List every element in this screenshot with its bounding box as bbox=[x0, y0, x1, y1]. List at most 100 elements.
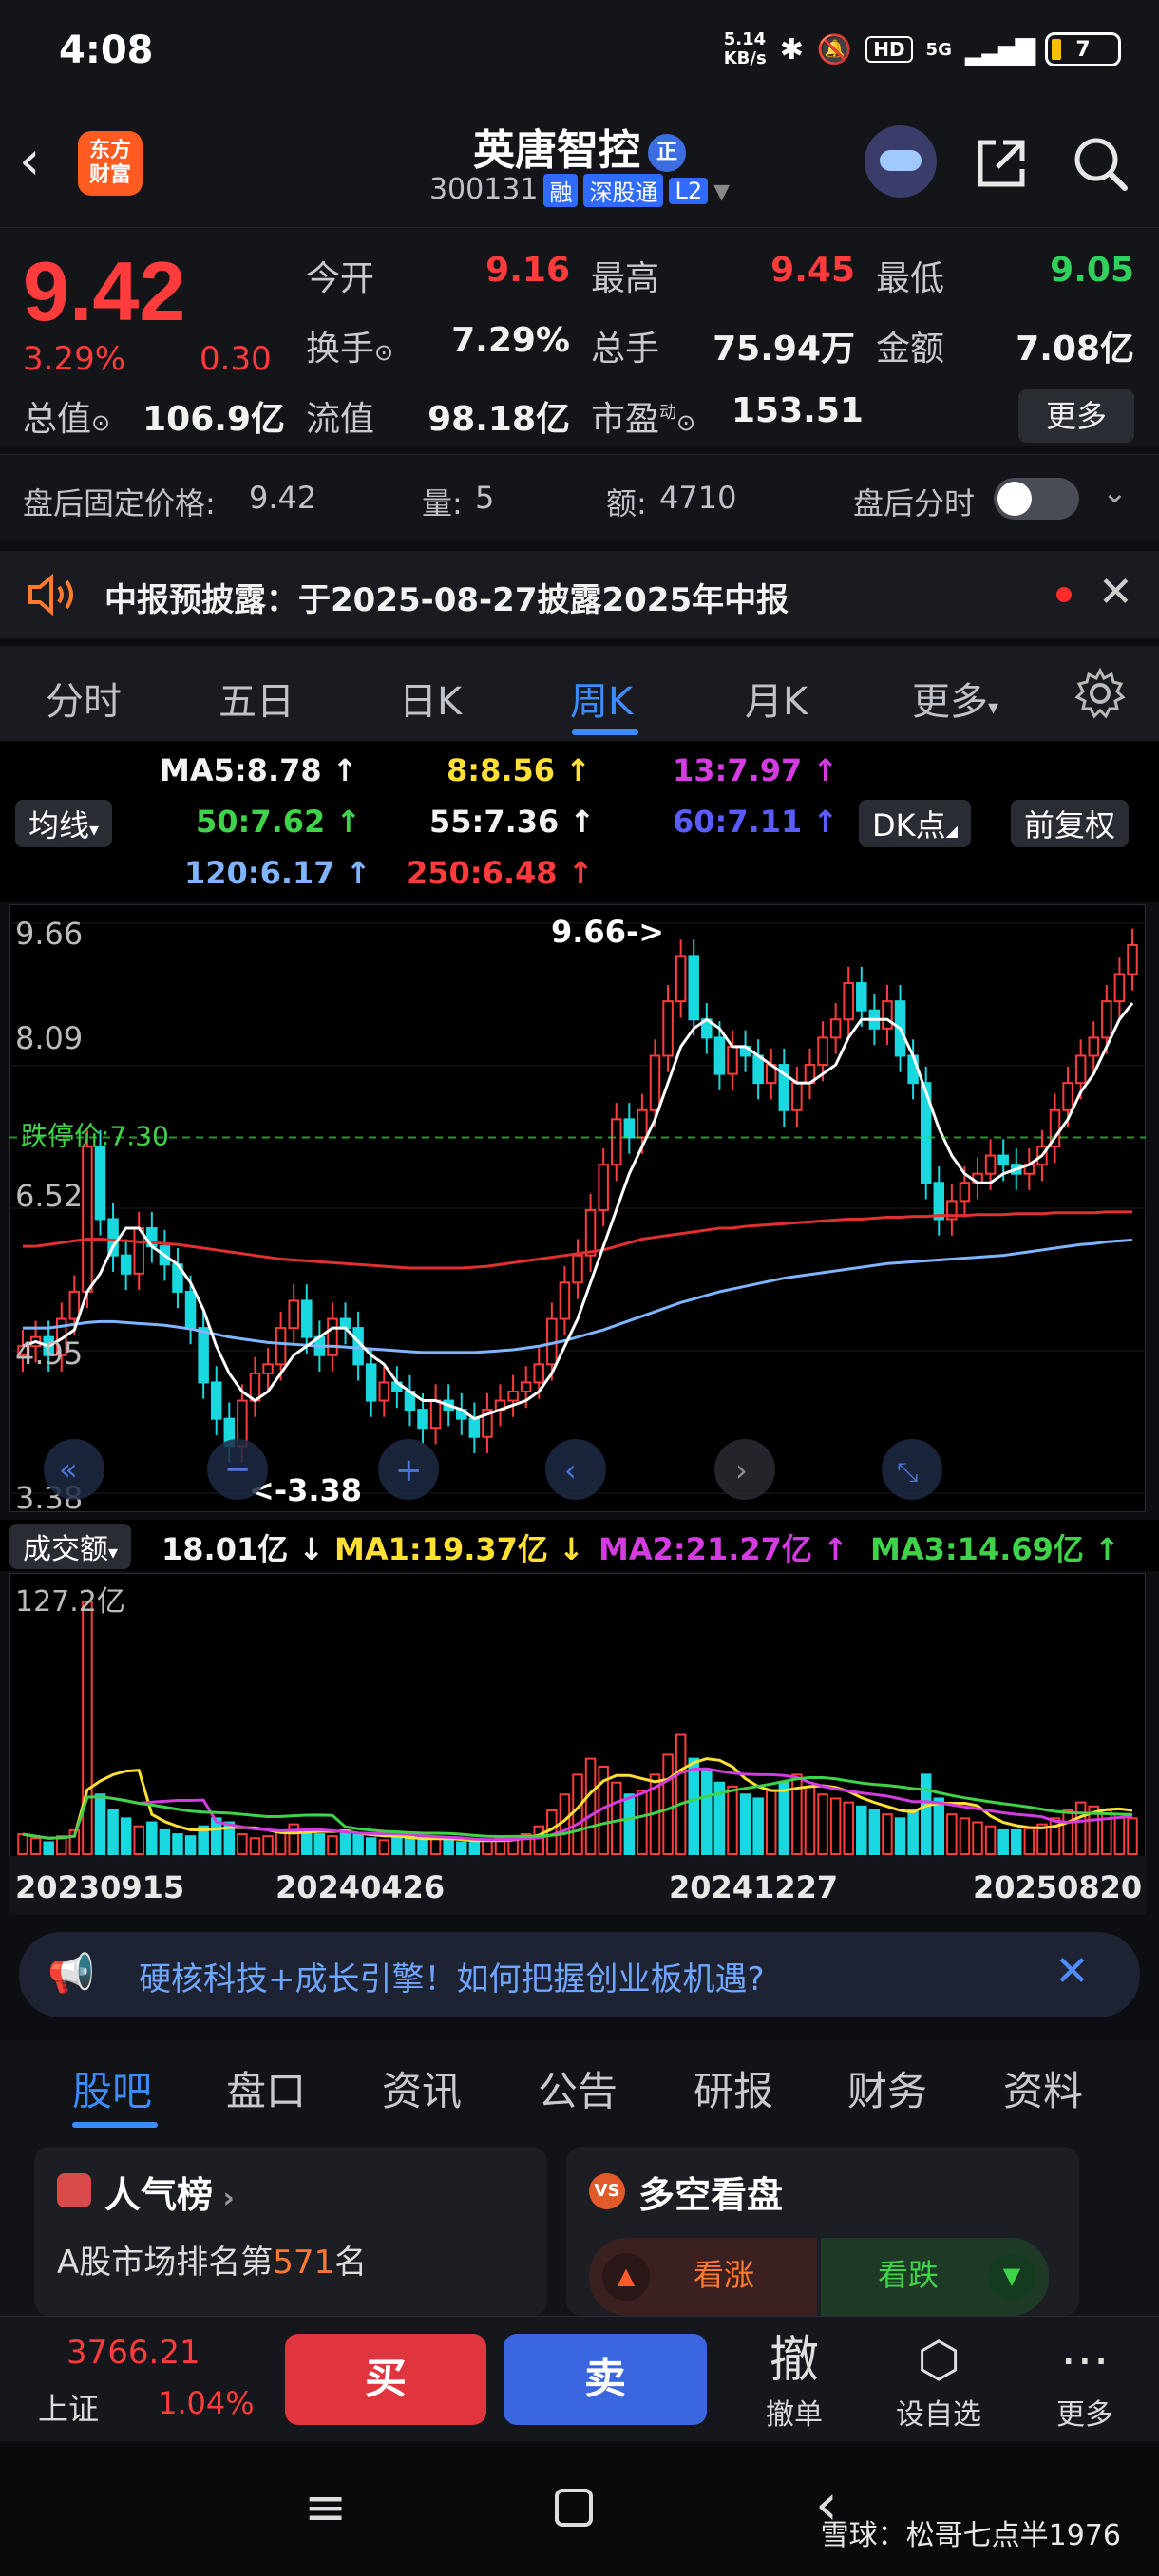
tab-weekly-k[interactable]: 周K bbox=[570, 671, 633, 726]
candle-body bbox=[882, 1000, 893, 1030]
candle-body bbox=[662, 1000, 674, 1057]
network-type: 5G bbox=[925, 39, 952, 60]
zheng-badge: 正 bbox=[648, 134, 686, 172]
candle-body bbox=[727, 1045, 738, 1075]
tab-timeshare[interactable]: 分时 bbox=[46, 671, 122, 726]
candle-body bbox=[829, 1018, 842, 1039]
tab-guba[interactable]: 股吧 bbox=[72, 2059, 152, 2117]
close-icon[interactable]: ✕ bbox=[1098, 568, 1133, 616]
buy-button[interactable]: 买 bbox=[285, 2334, 486, 2425]
bluetooth-icon: ✱ bbox=[779, 32, 804, 66]
candle-body bbox=[584, 1208, 597, 1257]
hexagon-icon: ⬡ bbox=[917, 2332, 960, 2389]
sell-button[interactable]: 卖 bbox=[504, 2334, 707, 2425]
low-label: 最低 bbox=[876, 259, 945, 298]
candle-body bbox=[933, 1182, 945, 1221]
volume-bar bbox=[339, 1828, 352, 1856]
volume-bar bbox=[133, 1825, 144, 1855]
volume-label: 总手 bbox=[591, 330, 660, 369]
volume-value: 18.01亿 ↓ bbox=[162, 1531, 325, 1567]
candle-body bbox=[94, 1146, 106, 1221]
tab-pankou[interactable]: 盘口 bbox=[226, 2059, 306, 2117]
gear-icon[interactable] bbox=[1074, 667, 1127, 720]
tab-profile[interactable]: 资料 bbox=[1003, 2059, 1083, 2117]
search-icon[interactable] bbox=[1070, 133, 1130, 194]
ma55-value: 55:7.36 ↑ bbox=[429, 804, 596, 840]
chevron-down-icon[interactable]: ⌄ bbox=[1102, 474, 1128, 510]
tab-daily-k[interactable]: 日K bbox=[399, 671, 462, 726]
date-tick-2: 20240426 bbox=[276, 1869, 445, 1905]
candle-body bbox=[1127, 943, 1138, 975]
share-icon[interactable] bbox=[971, 133, 1032, 194]
candle-body bbox=[610, 1118, 622, 1166]
volume-bar bbox=[1023, 1827, 1036, 1855]
pe-label: 市盈动⊙ bbox=[591, 400, 696, 439]
y-label-4: 4.95 bbox=[15, 1335, 83, 1372]
tab-monthly-k[interactable]: 月K bbox=[745, 671, 808, 726]
up-arrow-icon: ▲ bbox=[602, 2253, 650, 2301]
change-percent: 3.29% bbox=[23, 340, 126, 378]
volume-selector[interactable]: 成交额▾ bbox=[10, 1524, 132, 1569]
candle-body bbox=[365, 1363, 377, 1402]
volume-chart[interactable]: 127.2亿 20230915 20240426 20241227 202508… bbox=[10, 1573, 1146, 1915]
home-nav-icon[interactable] bbox=[555, 2489, 593, 2527]
close-promo-icon[interactable]: ✕ bbox=[1054, 1947, 1090, 1996]
candle-body bbox=[262, 1363, 274, 1374]
svg-text:‹: ‹ bbox=[564, 1452, 577, 1488]
ma13-value: 13:7.97 ↑ bbox=[673, 752, 839, 788]
candle-body bbox=[649, 1054, 661, 1111]
volume-value: 75.94万 bbox=[712, 330, 855, 369]
dk-point-button[interactable]: DK点◢ bbox=[859, 800, 971, 847]
adjust-button[interactable]: 前复权 bbox=[1011, 800, 1130, 847]
volume-ma2: MA2:21.27亿 ↑ bbox=[598, 1531, 848, 1567]
after-hours-price: 9.42 bbox=[249, 480, 317, 516]
ai-assistant-icon[interactable] bbox=[864, 125, 937, 198]
candle-body bbox=[817, 1036, 828, 1067]
volume-bar bbox=[984, 1825, 997, 1855]
ma-selector[interactable]: 均线▾ bbox=[15, 800, 113, 847]
menu-nav-icon[interactable]: ≡ bbox=[304, 2477, 347, 2537]
volume-bar bbox=[856, 1805, 867, 1856]
promo-banner[interactable]: 📢 硬核科技+成长引擎！如何把握创业板机遇? ✕ bbox=[19, 1932, 1140, 2017]
volume-bar bbox=[727, 1785, 738, 1855]
open-value: 9.16 bbox=[485, 251, 570, 290]
tab-news[interactable]: 资讯 bbox=[382, 2059, 462, 2117]
volume-bar bbox=[882, 1813, 893, 1855]
volume-bar bbox=[907, 1809, 919, 1856]
volume-bar bbox=[998, 1828, 1009, 1856]
bull-bear-card[interactable]: VS 多空看盘 ▲ 看涨 看跌 ▼ bbox=[566, 2147, 1079, 2316]
bullish-button[interactable]: ▲ 看涨 bbox=[589, 2238, 817, 2316]
after-hours-toggle[interactable] bbox=[994, 478, 1079, 520]
date-tick-4: 20250820 bbox=[973, 1869, 1142, 1905]
candle-body bbox=[378, 1381, 390, 1402]
notice-bar[interactable]: 中报预披露：于2025-08-27披露2025年中报 ✕ bbox=[0, 551, 1159, 638]
high-label: 最高 bbox=[591, 259, 660, 298]
promo-text: 硬核科技+成长引擎！如何把握创业板机遇? bbox=[139, 1960, 765, 1998]
tab-finance[interactable]: 财务 bbox=[847, 2059, 927, 2117]
candle-body bbox=[713, 1036, 726, 1075]
tab-more[interactable]: 更多▾ bbox=[912, 671, 998, 726]
tab-research[interactable]: 研报 bbox=[694, 2059, 773, 2117]
more-quote-button[interactable]: 更多 bbox=[1018, 389, 1134, 443]
cancel-order-button[interactable]: 撤 撤单 bbox=[737, 2330, 851, 2433]
candle-body bbox=[984, 1154, 997, 1175]
tab-five-day[interactable]: 五日 bbox=[218, 671, 294, 726]
candle-body bbox=[507, 1390, 519, 1402]
add-watchlist-button[interactable]: ⬡ 设自选 bbox=[882, 2330, 996, 2433]
mktcap-value: 106.9亿 bbox=[142, 400, 285, 439]
more-menu-button[interactable]: ⋯ 更多 bbox=[1028, 2330, 1142, 2433]
kline-chart[interactable]: 9.66 8.09 6.52 4.95 3.38 9.66-> <-3.38 跌… bbox=[10, 904, 1146, 1512]
bearish-button[interactable]: 看跌 ▼ bbox=[821, 2238, 1049, 2316]
candle-body bbox=[1074, 1054, 1087, 1085]
level-tag: L2 bbox=[669, 177, 709, 204]
volume-bar bbox=[804, 1785, 816, 1855]
volume-bar bbox=[237, 1833, 248, 1855]
volume-bar bbox=[739, 1793, 751, 1855]
popularity-card[interactable]: 人气榜 › A股市场排名第571名 bbox=[34, 2147, 547, 2316]
candle-body bbox=[275, 1327, 287, 1366]
volume-bar bbox=[765, 1790, 777, 1855]
ma60-value: 60:7.11 ↑ bbox=[673, 804, 839, 840]
trade-bar: 3766.21 上证 1.04% 买 卖 撤 撤单 ⬡ 设自选 ⋯ 更多 bbox=[0, 2316, 1159, 2441]
volume-bar bbox=[688, 1757, 699, 1855]
tab-announcements[interactable]: 公告 bbox=[538, 2059, 618, 2117]
